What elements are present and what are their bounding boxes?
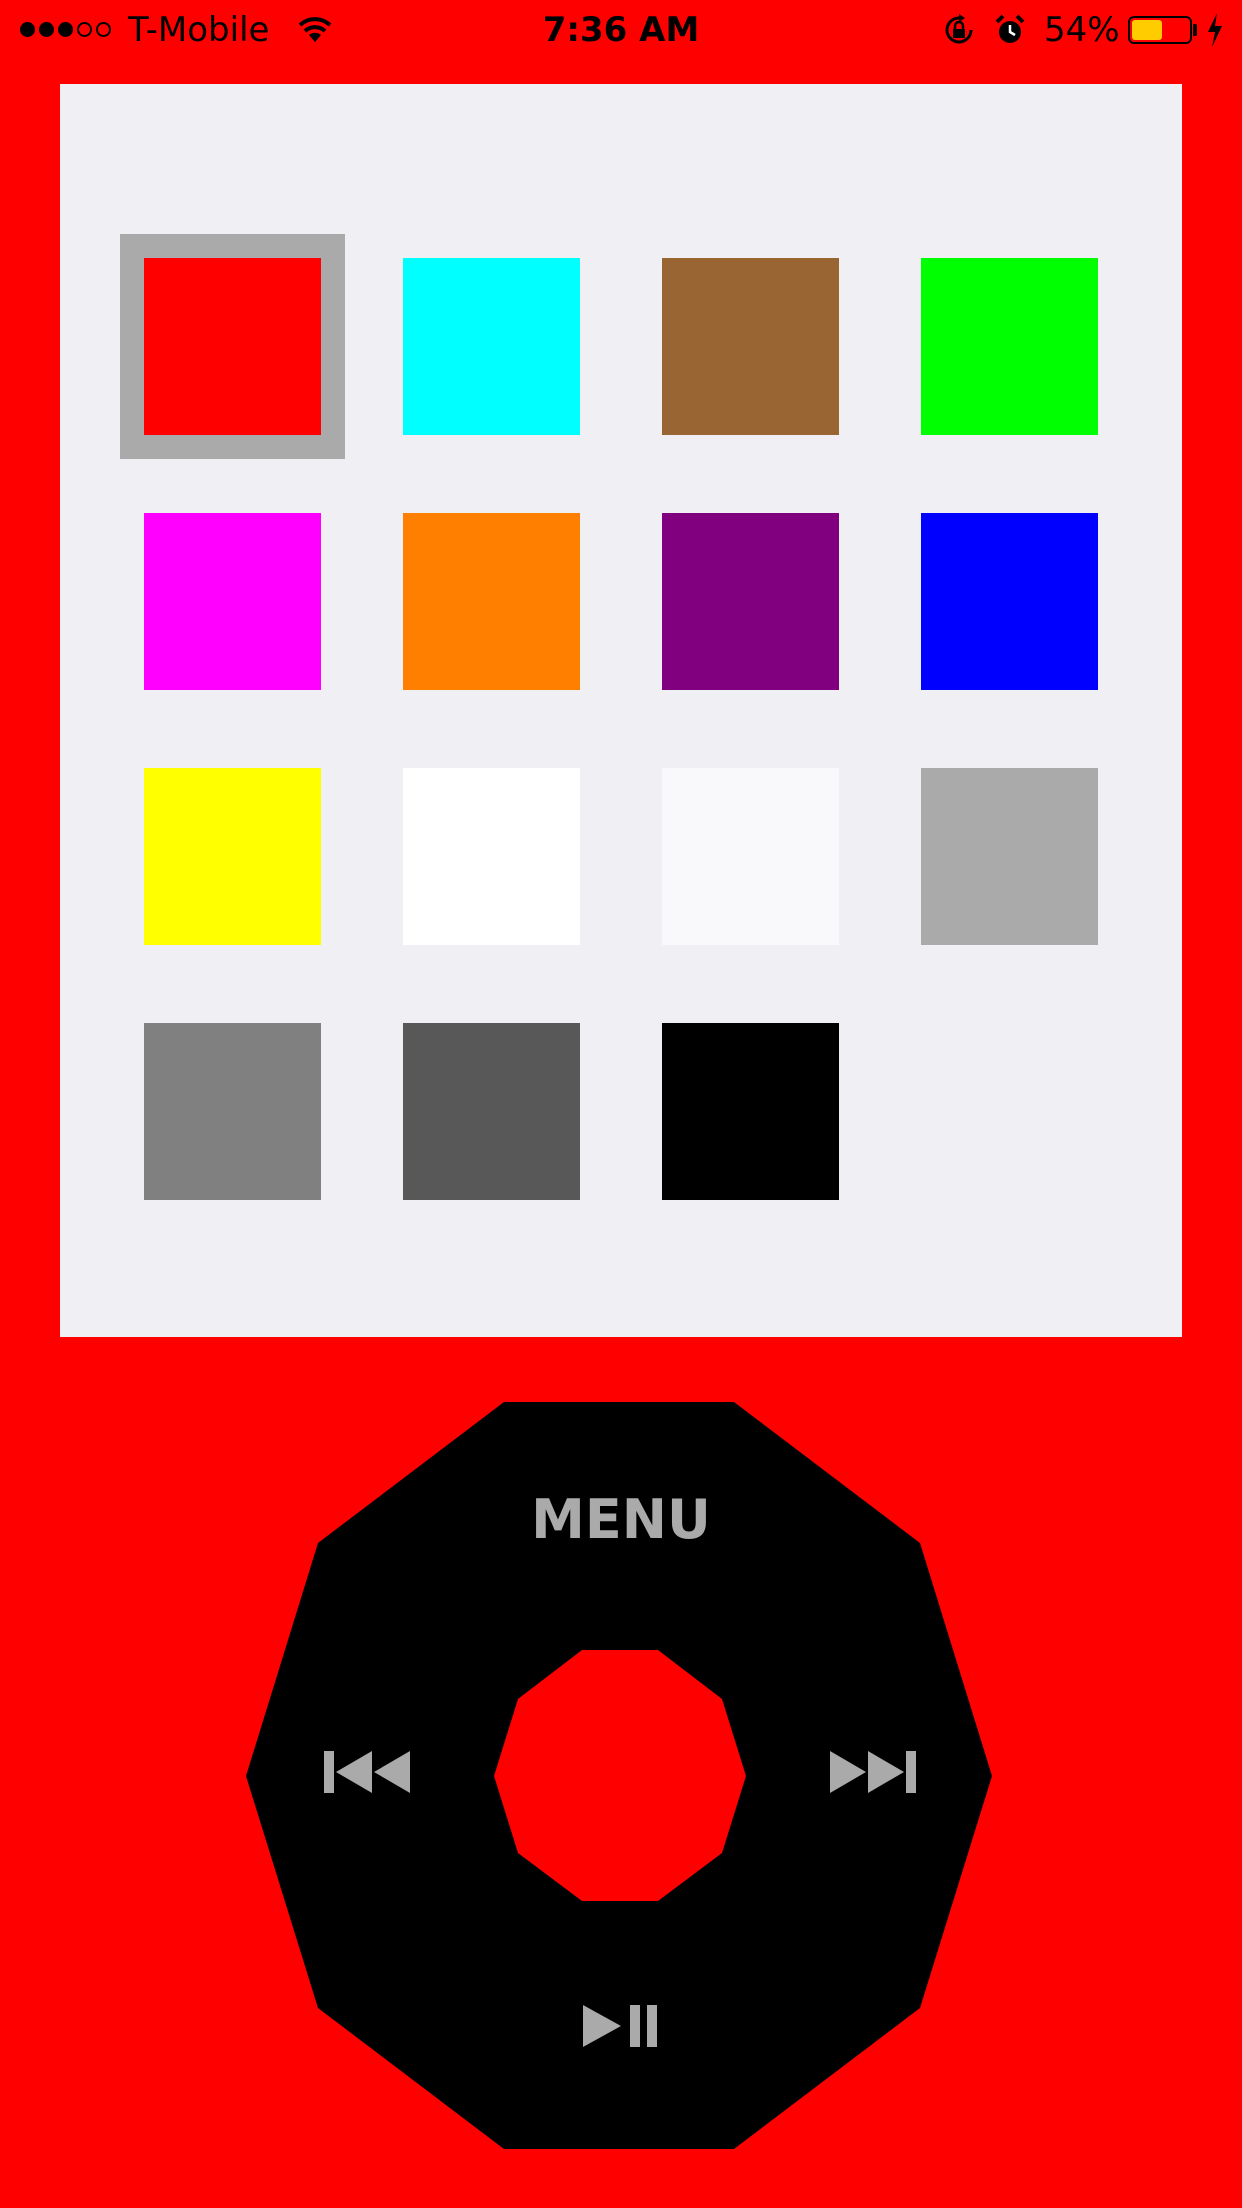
play-pause-button[interactable] [581, 2002, 661, 2054]
color-swatch-black[interactable] [662, 1023, 839, 1200]
previous-track-icon [324, 1751, 410, 1793]
previous-track-button[interactable] [322, 1748, 412, 1800]
color-swatch-blue[interactable] [921, 513, 1098, 690]
battery-level-fill [1132, 20, 1162, 40]
charging-icon [1206, 12, 1224, 52]
color-swatch-white[interactable] [403, 768, 580, 945]
color-swatch-gray[interactable] [144, 1023, 321, 1200]
play-pause-icon [583, 2005, 657, 2047]
color-swatch-light-gray[interactable] [921, 768, 1098, 945]
click-wheel[interactable]: MENU [0, 1390, 1242, 2150]
rotation-lock-icon [942, 14, 976, 50]
color-swatch-orange[interactable] [403, 513, 580, 690]
color-swatch-purple[interactable] [662, 513, 839, 690]
color-swatch-green[interactable] [921, 258, 1098, 435]
status-bar: T-Mobile 7:36 AM 54% [0, 0, 1242, 60]
color-swatch-brown[interactable] [662, 258, 839, 435]
color-swatch-off-white[interactable] [662, 768, 839, 945]
next-track-button[interactable] [828, 1748, 918, 1800]
color-swatch-dark-gray[interactable] [403, 1023, 580, 1200]
color-palette-panel [60, 84, 1182, 1337]
battery-percentage: 54% [1044, 10, 1120, 50]
battery-tip [1193, 24, 1197, 36]
color-swatch-red[interactable] [120, 234, 345, 459]
next-track-icon [830, 1751, 916, 1793]
color-swatch-cyan[interactable] [403, 258, 580, 435]
menu-button[interactable]: MENU [0, 1490, 1242, 1550]
battery-icon [1128, 16, 1192, 44]
color-swatch-yellow[interactable] [144, 768, 321, 945]
alarm-icon [994, 14, 1026, 50]
color-swatch-magenta[interactable] [144, 513, 321, 690]
